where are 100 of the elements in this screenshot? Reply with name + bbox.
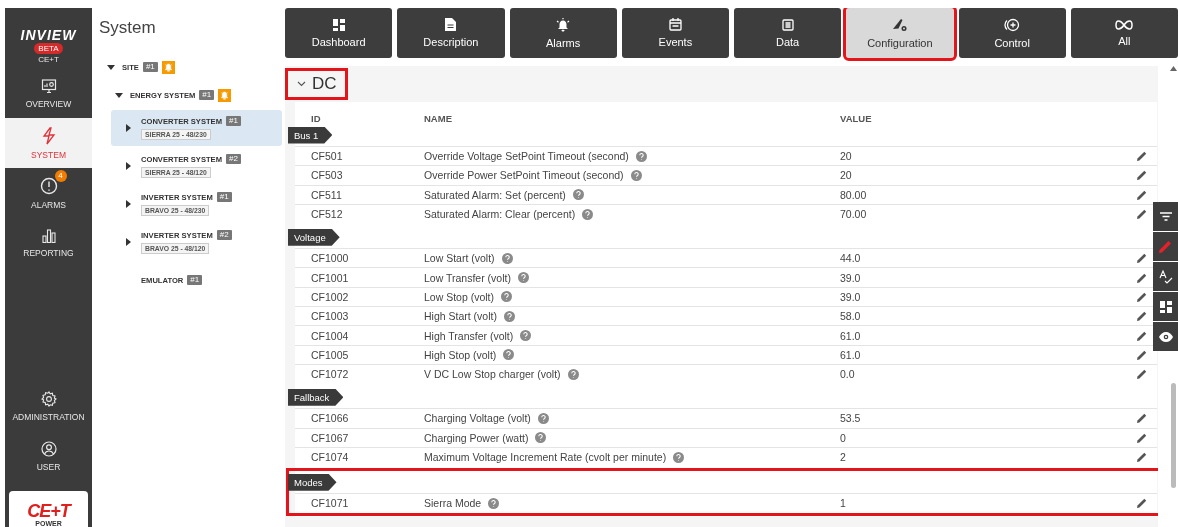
tool-button[interactable] — [1153, 202, 1178, 231]
table-cell: High Stop (volt) — [424, 348, 497, 361]
help-icon[interactable] — [503, 349, 515, 361]
edit-icon[interactable] — [1137, 413, 1147, 424]
help-icon[interactable] — [635, 150, 647, 162]
nav-item[interactable]: 4 ALARMS — [5, 168, 92, 218]
table-cell: Saturated Alarm: Clear (percent) — [424, 208, 576, 221]
table-cell-text: CF1072 — [311, 368, 350, 381]
table-cell: Low Stop (volt) — [424, 290, 495, 303]
table-cell-text: CF503 — [311, 169, 344, 182]
plus-circle-icon — [1003, 17, 1022, 32]
help-icon[interactable] — [537, 412, 549, 424]
table-cell-text: 61.0 — [840, 329, 862, 342]
table-cell-text: 0.0 — [840, 368, 856, 381]
edit-icon[interactable] — [1137, 151, 1147, 162]
count-badge: #2 — [216, 230, 232, 240]
table-cell-text: CF1066 — [311, 412, 350, 425]
table-cell: Charging Power (watt) — [424, 431, 529, 444]
table-cell-text: CF501 — [311, 150, 344, 163]
table-cell-text: CF511 — [311, 188, 343, 201]
edit-icon[interactable] — [1137, 253, 1147, 264]
table-cell-text: 0 — [840, 431, 847, 444]
tab[interactable]: Alarms — [509, 8, 617, 58]
scroll-up-icon[interactable] — [1169, 66, 1177, 71]
lightning-icon — [40, 126, 57, 145]
tab[interactable]: Dashboard — [285, 8, 393, 58]
table-cell-text: 20 — [840, 169, 853, 182]
nav-item[interactable]: SYSTEM — [5, 118, 92, 168]
edit-icon[interactable] — [1137, 432, 1147, 443]
tab[interactable]: Configuration — [846, 8, 954, 58]
table-cell-text: 39.0 — [840, 271, 862, 284]
table-cell: Charging Voltage (volt) — [424, 412, 531, 425]
bar-chart-icon — [41, 228, 56, 243]
edit-icon[interactable] — [1137, 330, 1147, 341]
table-cell-text: 53.5 — [840, 412, 862, 425]
group-tag: Modes — [288, 473, 337, 491]
help-icon[interactable] — [535, 432, 547, 444]
settings-icon — [40, 390, 57, 407]
tab[interactable]: Events — [621, 8, 729, 58]
tab[interactable]: All — [1070, 8, 1178, 58]
edit-icon[interactable] — [1137, 452, 1147, 462]
help-icon[interactable] — [673, 451, 685, 463]
beta-badge: BETA — [34, 43, 63, 54]
help-icon[interactable] — [501, 291, 513, 303]
edit-icon[interactable] — [1137, 369, 1147, 380]
filter-icon — [1159, 212, 1172, 221]
table-cell-text: CF1005 — [311, 348, 350, 361]
edit-icon[interactable] — [1137, 272, 1147, 283]
table-cell-text: 80.00 — [840, 188, 868, 201]
help-icon[interactable] — [488, 497, 500, 509]
count-badge: #1 — [216, 192, 232, 202]
help-icon[interactable] — [630, 169, 642, 181]
count-badge: #1 — [226, 116, 241, 126]
nav-item[interactable]: USER — [5, 431, 92, 481]
edit-icon[interactable] — [1137, 209, 1147, 220]
count-badge: #1 — [142, 62, 158, 72]
help-icon[interactable] — [503, 310, 515, 322]
edit-icon[interactable] — [1137, 189, 1147, 200]
nav-item[interactable]: OVERVIEW — [5, 68, 92, 118]
table-cell: High Transfer (volt) — [424, 329, 514, 342]
dashboard-icon — [1159, 300, 1172, 313]
help-icon[interactable] — [501, 252, 513, 264]
table-cell-text: 20 — [840, 150, 853, 163]
tab[interactable]: Data — [734, 8, 842, 58]
help-icon[interactable] — [567, 368, 579, 380]
table-cell: Low Transfer (volt) — [424, 271, 511, 284]
table-cell-text: CF512 — [311, 208, 344, 221]
edit-icon[interactable] — [1137, 170, 1147, 181]
table-cell: High Start (volt) — [424, 310, 497, 323]
help-icon[interactable] — [582, 208, 594, 220]
help-icon[interactable] — [572, 189, 584, 201]
section-header[interactable]: DC — [288, 71, 345, 97]
tool-button[interactable] — [1153, 262, 1178, 291]
help-icon[interactable] — [517, 272, 529, 284]
table-cell-text: 1 — [840, 497, 847, 510]
table-cell-text: 39.0 — [840, 290, 862, 303]
help-icon[interactable] — [520, 330, 532, 341]
table-cell-text: 44.0 — [840, 252, 862, 265]
tool-button[interactable] — [1153, 322, 1178, 351]
edit-icon[interactable] — [1137, 291, 1147, 302]
nav-item[interactable]: REPORTING — [5, 218, 92, 268]
tab[interactable]: Control — [958, 8, 1066, 58]
column-header: NAME — [424, 112, 453, 124]
list-document-icon — [781, 18, 794, 31]
edit-icon[interactable] — [1137, 498, 1147, 509]
edit-icon[interactable] — [1137, 311, 1147, 322]
alert-circle-icon — [39, 176, 58, 195]
count-badge: #2 — [226, 154, 241, 164]
table-cell: Saturated Alarm: Set (percent) — [424, 188, 566, 201]
table-cell-text: 61.0 — [840, 348, 862, 361]
table-cell: Override Power SetPoint Timeout (second) — [424, 169, 624, 182]
count-badge: #1 — [199, 90, 215, 100]
table-cell: Low Start (volt) — [424, 252, 495, 265]
app-logo: INVIEW — [20, 28, 77, 42]
edit-icon[interactable] — [1137, 349, 1147, 360]
tool-button[interactable] — [1153, 292, 1178, 321]
nav-item[interactable]: ADMINISTRATION — [5, 381, 92, 431]
table-cell-text: CF1004 — [311, 329, 350, 342]
tab[interactable]: Description — [397, 8, 505, 58]
document-icon — [445, 18, 457, 31]
